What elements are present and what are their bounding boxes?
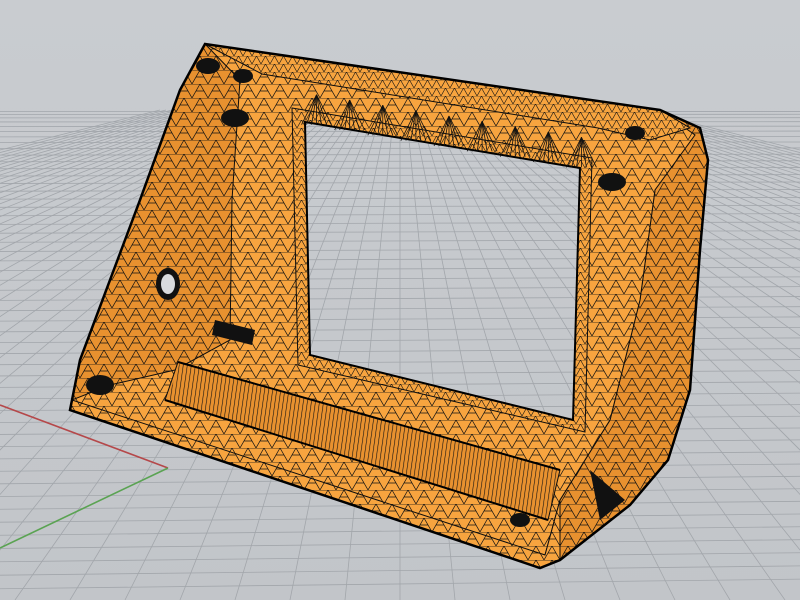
screw-boss-mid-left[interactable] (221, 109, 249, 127)
viewport-canvas[interactable] (0, 0, 800, 600)
mesh-left-side-face-wire (72, 44, 240, 400)
perspective-viewport[interactable] (0, 0, 800, 600)
mounting-hole-left[interactable] (156, 268, 180, 300)
mesh-model-display-stand[interactable] (68, 42, 710, 570)
screw-boss-bottom-left[interactable] (86, 375, 114, 395)
